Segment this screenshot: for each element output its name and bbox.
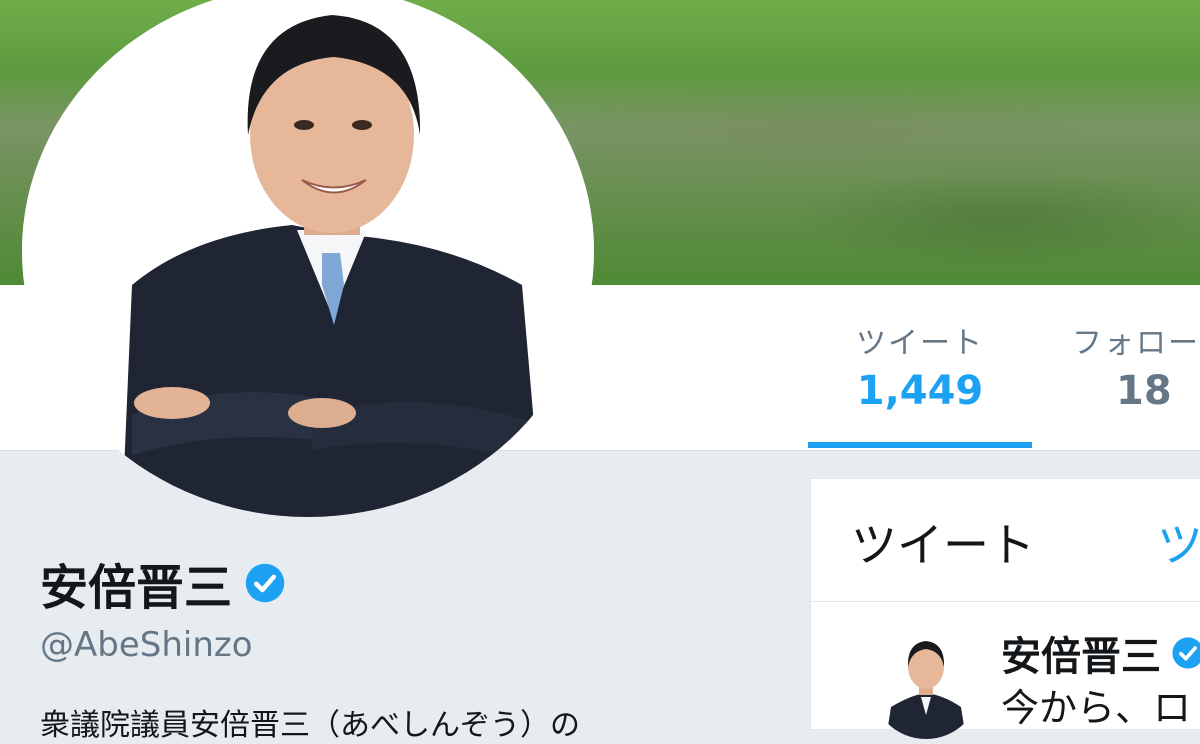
profile-avatar[interactable] [22,0,594,517]
stat-tweets[interactable]: ツイート 1,449 [830,318,1010,414]
tweet-avatar[interactable] [871,629,981,739]
profile-display-name: 安倍晋三 [40,548,286,618]
profile-bio: 衆議院議員安倍晋三（あべしんぞう）の [40,708,580,743]
stat-following-label: フォロー [1072,326,1200,361]
tab-tweets[interactable]: ツイート [851,509,1035,575]
timeline-panel: ツイート ツ 安倍晋三 今から、ロ [810,478,1200,739]
tab-tweets-replies[interactable]: ツ [1157,509,1200,575]
tweet-text: 今から、ロ [1001,686,1192,730]
stat-tweets-value: 1,449 [856,368,984,414]
stat-tweets-label: ツイート [856,326,984,361]
active-tab-indicator [808,442,1032,448]
stat-following[interactable]: フォロー 18 [1072,318,1200,414]
verified-badge-icon [244,562,286,604]
tweet-author[interactable]: 安倍晋三 [1001,624,1200,682]
tweet-author-name: 安倍晋三 [1001,634,1161,680]
tweet-verified-badge-icon [1171,636,1200,670]
stat-following-value: 18 [1116,368,1172,414]
avatar-photo [22,0,594,517]
timeline-tabs: ツイート ツ [811,479,1200,602]
display-name-text: 安倍晋三 [40,560,233,616]
profile-handle[interactable]: @AbeShinzo [40,625,253,665]
tweet-avatar-photo [871,629,981,739]
